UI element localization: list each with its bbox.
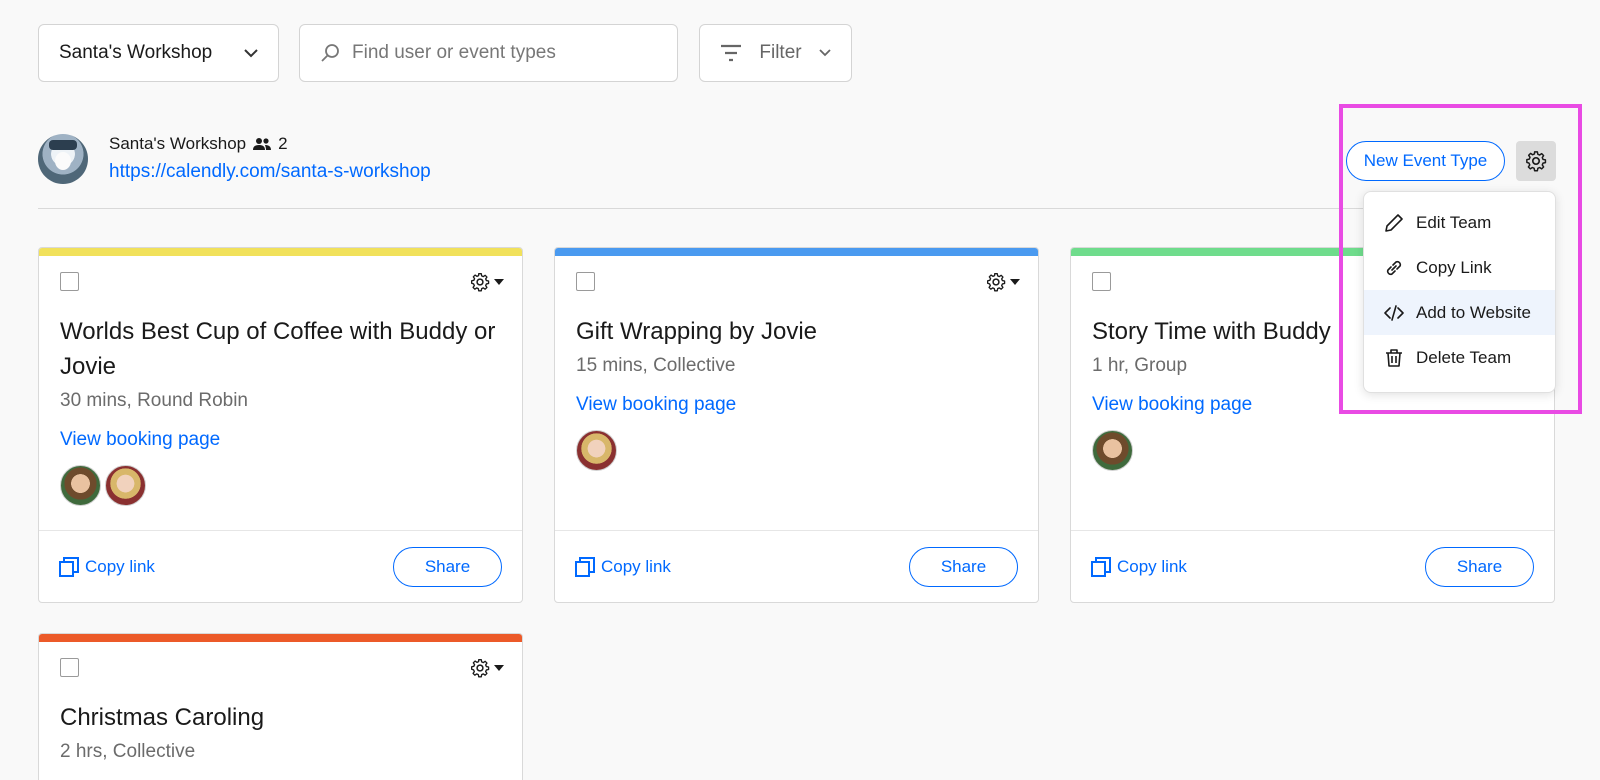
event-settings-button[interactable] xyxy=(470,658,504,678)
card-footer: Copy link Share xyxy=(39,530,522,602)
chevron-down-icon xyxy=(819,49,831,57)
menu-item-copy-link[interactable]: Copy Link xyxy=(1364,245,1555,290)
event-meta: 30 mins, Round Robin xyxy=(60,390,248,411)
host-avatars xyxy=(60,465,146,506)
event-settings-button[interactable] xyxy=(470,272,504,292)
search-icon xyxy=(321,44,339,62)
copy-link-label: Copy link xyxy=(601,556,671,576)
chevron-down-icon xyxy=(244,48,258,57)
share-button[interactable]: Share xyxy=(1425,546,1534,587)
filter-label: Filter xyxy=(759,42,802,63)
section-divider xyxy=(38,208,1556,209)
caret-down-icon xyxy=(494,665,504,671)
view-booking-page-link[interactable]: View booking page xyxy=(576,394,736,416)
people-icon xyxy=(253,138,272,150)
host-avatars xyxy=(576,430,617,471)
gear-icon xyxy=(1526,151,1547,172)
event-card: Gift Wrapping by Jovie 15 mins, Collecti… xyxy=(554,247,1039,603)
copy-link-button[interactable]: Copy link xyxy=(575,556,671,577)
host-avatars xyxy=(1092,430,1133,471)
copy-link-button[interactable]: Copy link xyxy=(1091,556,1187,577)
menu-item-edit-team[interactable]: Edit Team xyxy=(1364,200,1555,245)
avatar xyxy=(105,465,146,506)
menu-item-label: Add to Website xyxy=(1416,302,1531,322)
event-checkbox[interactable] xyxy=(60,272,79,291)
event-title: Worlds Best Cup of Coffee with Buddy or … xyxy=(60,318,496,380)
team-settings-menu: Edit Team Copy Link Add to Website Delet… xyxy=(1363,191,1556,393)
event-title: Gift Wrapping by Jovie xyxy=(576,318,817,345)
event-color-bar xyxy=(555,248,1038,256)
copy-icon xyxy=(575,556,595,577)
team-avatar xyxy=(38,134,88,184)
caret-down-icon xyxy=(1010,279,1020,285)
view-booking-page-link[interactable]: View booking page xyxy=(1092,394,1252,416)
search-field[interactable] xyxy=(299,24,678,82)
menu-item-add-to-website[interactable]: Add to Website xyxy=(1364,290,1555,335)
event-checkbox[interactable] xyxy=(576,272,595,291)
event-meta: 2 hrs, Collective xyxy=(60,741,196,762)
copy-link-label: Copy link xyxy=(1117,556,1187,576)
event-title: Christmas Caroling xyxy=(60,704,265,731)
event-settings-button[interactable] xyxy=(986,272,1020,292)
link-icon xyxy=(1386,260,1402,275)
avatar xyxy=(60,465,101,506)
copy-link-button[interactable]: Copy link xyxy=(59,556,155,577)
copy-link-label: Copy link xyxy=(85,556,155,576)
team-select-dropdown[interactable]: Santa's Workshop xyxy=(38,24,279,82)
team-url-link[interactable]: https://calendly.com/santa-s-workshop xyxy=(109,161,431,183)
pencil-icon xyxy=(1385,213,1403,232)
gear-icon xyxy=(987,273,1006,292)
copy-icon xyxy=(1091,556,1111,577)
team-select-label: Santa's Workshop xyxy=(59,42,213,63)
share-button[interactable]: Share xyxy=(909,546,1018,587)
event-card: Worlds Best Cup of Coffee with Buddy or … xyxy=(38,247,523,603)
menu-item-label: Delete Team xyxy=(1416,347,1512,367)
avatar xyxy=(1092,430,1133,471)
view-booking-page-link[interactable]: View booking page xyxy=(60,429,220,451)
card-footer: Copy link Share xyxy=(1071,530,1554,602)
event-meta: 15 mins, Collective xyxy=(576,355,736,376)
event-meta: 1 hr, Group xyxy=(1092,355,1188,376)
team-name: Santa's Workshop xyxy=(109,134,247,153)
caret-down-icon xyxy=(494,279,504,285)
menu-item-label: Copy Link xyxy=(1416,257,1492,277)
avatar xyxy=(576,430,617,471)
event-checkbox[interactable] xyxy=(60,658,79,677)
card-footer: Copy link Share xyxy=(555,530,1038,602)
event-card: Christmas Caroling 2 hrs, Collective xyxy=(38,633,523,780)
filter-button[interactable]: Filter xyxy=(699,24,852,82)
event-checkbox[interactable] xyxy=(1092,272,1111,291)
new-event-type-button[interactable]: New Event Type xyxy=(1346,141,1505,181)
team-name-row: Santa's Workshop 2 xyxy=(109,134,288,154)
trash-icon xyxy=(1386,348,1402,367)
search-input[interactable] xyxy=(352,42,657,64)
event-color-bar xyxy=(39,248,522,256)
share-button[interactable]: Share xyxy=(393,546,502,587)
copy-icon xyxy=(59,556,79,577)
event-color-bar xyxy=(39,634,522,642)
gear-icon xyxy=(471,659,490,678)
filter-icon xyxy=(721,44,741,62)
menu-item-delete-team[interactable]: Delete Team xyxy=(1364,335,1555,380)
gear-icon xyxy=(471,273,490,292)
team-member-count: 2 xyxy=(278,134,288,153)
code-icon xyxy=(1384,304,1404,321)
menu-item-label: Edit Team xyxy=(1416,212,1492,232)
team-settings-button[interactable] xyxy=(1516,141,1556,181)
